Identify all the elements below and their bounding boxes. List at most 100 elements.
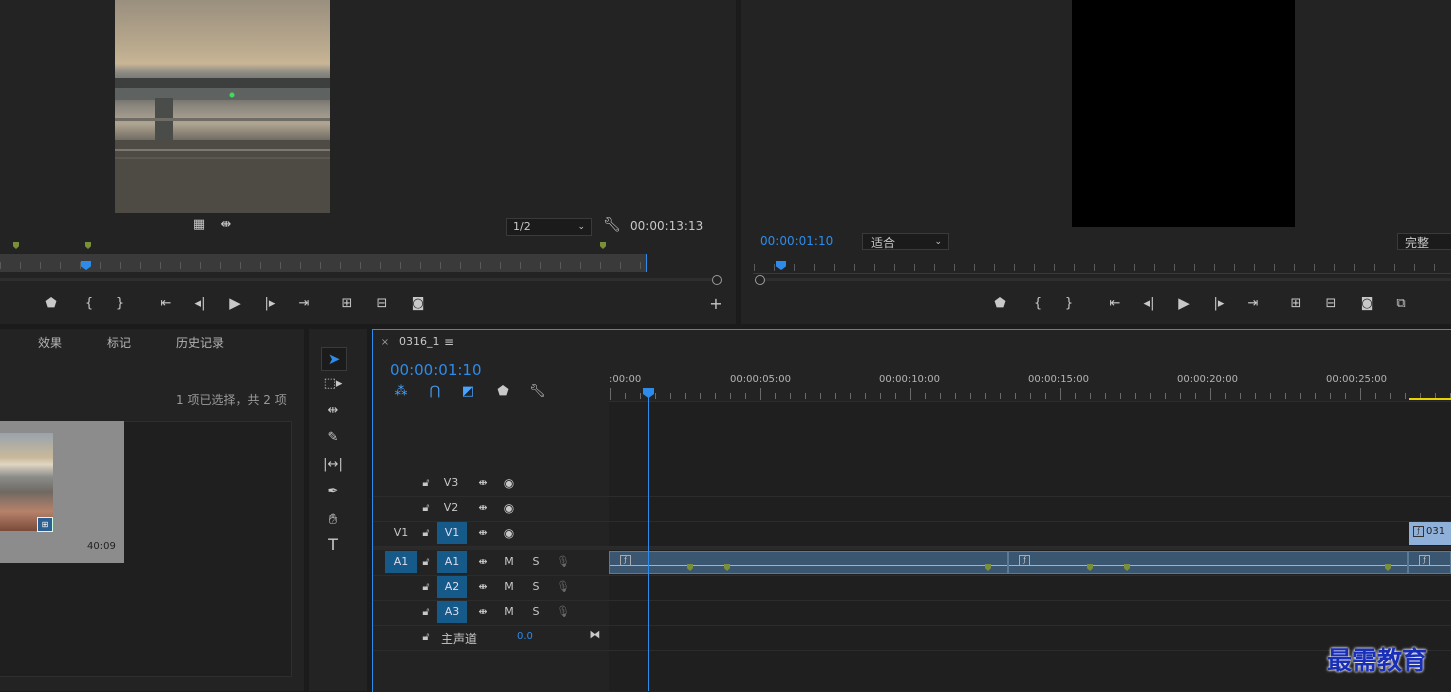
tab-effects[interactable]: 效果 — [38, 334, 62, 351]
sync-lock-icon[interactable]: ⇼ — [475, 501, 491, 515]
close-icon[interactable]: × — [380, 336, 390, 350]
play-icon[interactable]: ▶ — [227, 296, 243, 311]
go-to-in-icon[interactable]: ⇤ — [157, 297, 175, 311]
track-target-a1[interactable]: A1 — [437, 551, 467, 573]
mute-button[interactable]: M — [499, 551, 519, 573]
audio-clip[interactable]: ƒ — [1408, 551, 1451, 574]
clip-marker[interactable] — [13, 242, 19, 249]
microphone-icon[interactable]: 🎙︎ — [556, 605, 570, 619]
add-button-icon[interactable]: + — [708, 296, 724, 312]
extract-icon[interactable]: ⊟ — [1322, 297, 1340, 311]
film-icon[interactable]: ▦ — [192, 218, 206, 232]
comparison-view-icon[interactable]: ⧉ — [1392, 297, 1410, 311]
audio-clip[interactable]: ƒ — [1008, 551, 1408, 574]
lift-icon[interactable]: ⊞ — [1287, 297, 1305, 311]
snap-magnet-icon[interactable]: ⋂ — [427, 385, 443, 399]
sync-lock-icon[interactable]: ⇼ — [475, 476, 491, 490]
track-target-v3[interactable]: V3 — [441, 472, 461, 494]
master-volume-value[interactable]: 0.0 — [517, 631, 533, 642]
audio-clip[interactable]: ƒ — [609, 551, 1008, 574]
step-forward-icon[interactable]: |▸ — [262, 297, 278, 311]
program-zoom-bar[interactable] — [763, 278, 1451, 281]
source-video-frame[interactable] — [115, 0, 330, 213]
microphone-icon[interactable]: 🎙︎ — [556, 580, 570, 594]
clip-thumbnail[interactable]: ⊞ 40:09 — [0, 421, 124, 563]
timeline-timecode[interactable]: 00:00:01:10 — [390, 361, 482, 379]
export-frame-icon[interactable]: ◙ — [1359, 297, 1375, 311]
solo-button[interactable]: S — [526, 551, 546, 573]
step-back-icon[interactable]: ◂| — [192, 297, 208, 311]
source-patch-a1[interactable]: A1 — [385, 551, 417, 573]
razor-tool-icon[interactable]: ✎ — [322, 431, 344, 445]
sync-lock-icon[interactable]: ⇼ — [475, 580, 491, 594]
linked-selection-icon[interactable]: ◩ — [460, 385, 476, 399]
add-marker-icon[interactable]: ⬟ — [44, 297, 58, 311]
pen-tool-icon[interactable]: ✒ — [322, 485, 344, 499]
track-select-tool-icon[interactable]: ⬚▸ — [322, 377, 344, 391]
mark-in-icon[interactable]: { — [1031, 297, 1045, 311]
add-marker-icon[interactable]: ⬟ — [993, 297, 1007, 311]
ripple-edit-tool-icon[interactable]: ⇹ — [322, 404, 344, 418]
lock-icon[interactable]: 🔓︎ — [420, 526, 432, 540]
eye-icon[interactable]: ◉ — [501, 501, 517, 515]
clip-marker[interactable] — [600, 242, 606, 249]
slip-tool-icon[interactable]: |↔| — [320, 458, 346, 472]
lock-icon[interactable]: 🔓︎ — [420, 605, 432, 619]
go-to-out-icon[interactable]: ⇥ — [1244, 297, 1262, 311]
tab-markers[interactable]: 标记 — [107, 334, 131, 351]
track-target-v1[interactable]: V1 — [437, 522, 467, 544]
track-target-a2[interactable]: A2 — [437, 576, 467, 598]
source-time-ruler[interactable] — [0, 254, 646, 272]
step-forward-icon[interactable]: |▸ — [1211, 297, 1227, 311]
lock-icon[interactable]: 🔓︎ — [420, 501, 432, 515]
zoom-handle-icon[interactable] — [755, 275, 765, 285]
tab-history[interactable]: 历史记录 — [176, 334, 224, 351]
program-time-ruler[interactable] — [753, 261, 1451, 274]
lock-icon[interactable]: 🔓︎ — [420, 580, 432, 594]
overwrite-icon[interactable]: ⊟ — [373, 297, 391, 311]
solo-button[interactable]: S — [526, 601, 546, 623]
eye-icon[interactable]: ◉ — [501, 476, 517, 490]
program-video-frame[interactable] — [1072, 0, 1295, 227]
source-timecode[interactable]: 00:00:13:13 — [630, 219, 703, 233]
play-icon[interactable]: ▶ — [1176, 296, 1192, 311]
selection-tool-icon[interactable]: ➤ — [321, 347, 347, 371]
sync-lock-icon[interactable]: ⇼ — [475, 555, 491, 569]
program-timecode[interactable]: 00:00:01:10 — [760, 234, 833, 248]
track-target-v2[interactable]: V2 — [441, 497, 461, 519]
wrench-icon[interactable]: 🔧︎ — [529, 385, 546, 399]
source-zoom-bar[interactable] — [0, 278, 712, 281]
sequence-tab[interactable]: 0316_1 — [399, 335, 440, 348]
wrench-icon[interactable]: 🔧︎ — [603, 218, 621, 232]
source-zoom-select[interactable]: 1/2 ⌄ — [506, 218, 592, 236]
go-to-edit-icon[interactable]: ⧓ — [587, 628, 603, 642]
program-fit-select[interactable]: 适合 ⌄ — [862, 233, 949, 250]
zoom-handle-icon[interactable] — [712, 275, 722, 285]
mark-out-icon[interactable]: } — [1062, 297, 1076, 311]
step-back-icon[interactable]: ◂| — [1141, 297, 1157, 311]
clip-marker[interactable] — [85, 242, 91, 249]
video-clip[interactable]: ƒ 031 — [1409, 522, 1451, 545]
export-frame-icon[interactable]: ◙ — [410, 297, 426, 311]
add-marker-icon[interactable]: ⬟ — [496, 385, 510, 399]
insert-overlay-icon[interactable]: ⇼ — [218, 218, 234, 232]
nest-icon[interactable]: ⁂ — [393, 385, 409, 399]
eye-icon[interactable]: ◉ — [501, 526, 517, 540]
sync-lock-icon[interactable]: ⇼ — [475, 526, 491, 540]
solo-button[interactable]: S — [526, 576, 546, 598]
insert-icon[interactable]: ⊞ — [338, 297, 356, 311]
sync-lock-icon[interactable]: ⇼ — [475, 605, 491, 619]
lock-icon[interactable]: 🔓︎ — [420, 630, 432, 644]
mute-button[interactable]: M — [499, 576, 519, 598]
hand-tool-icon[interactable]: ✋︎ — [322, 512, 344, 527]
mark-in-icon[interactable]: { — [82, 297, 96, 311]
source-patch-v1[interactable]: V1 — [391, 522, 411, 544]
type-tool-icon[interactable]: T — [322, 537, 344, 553]
lock-icon[interactable]: 🔓︎ — [420, 476, 432, 490]
mark-out-icon[interactable]: } — [113, 297, 127, 311]
program-quality-select[interactable]: 完整 — [1397, 233, 1451, 250]
panel-menu-icon[interactable]: ≡ — [443, 335, 455, 349]
work-area-bar[interactable] — [1409, 398, 1451, 400]
go-to-out-icon[interactable]: ⇥ — [295, 297, 313, 311]
go-to-in-icon[interactable]: ⇤ — [1106, 297, 1124, 311]
